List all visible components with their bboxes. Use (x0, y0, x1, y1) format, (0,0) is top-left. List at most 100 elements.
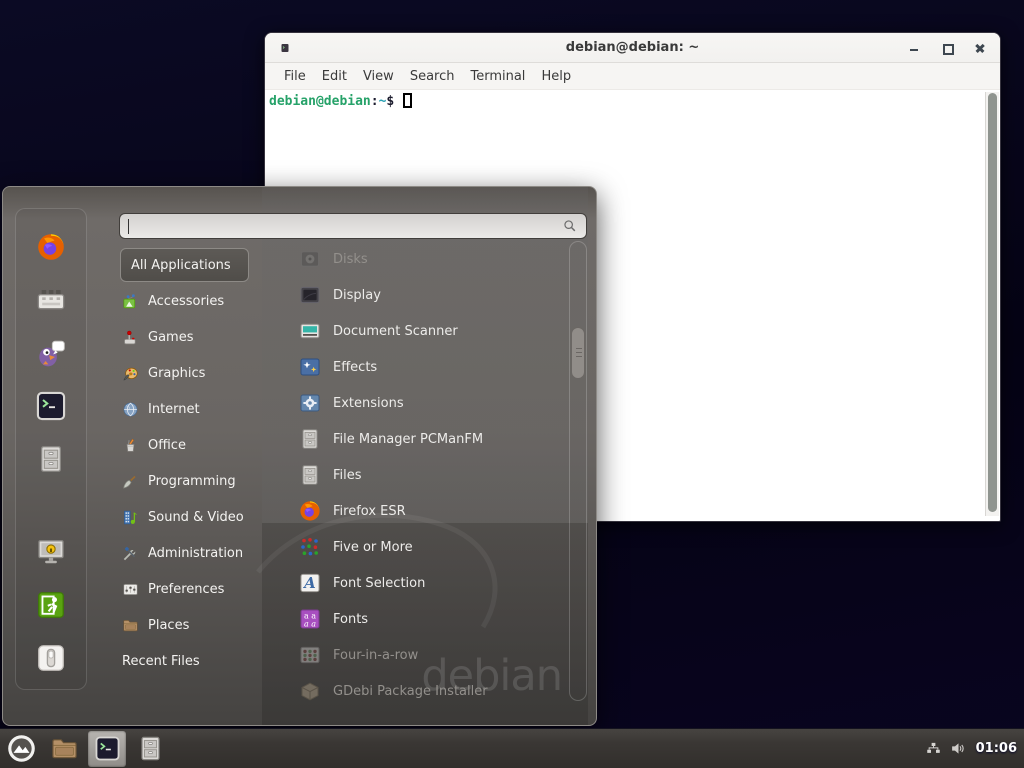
file-cabinet-icon (298, 463, 322, 487)
app-fonts[interactable]: Fonts (264, 601, 566, 637)
app-firefox-esr[interactable]: Firefox ESR (264, 493, 566, 529)
logout-icon (35, 589, 67, 621)
app-files[interactable]: Files (264, 457, 566, 493)
category-recent-files[interactable]: Recent Files (117, 643, 265, 679)
category-office[interactable]: Office (117, 427, 265, 463)
app-five-or-more[interactable]: Five or More (264, 529, 566, 565)
taskbar-button-file-cabinet-icon[interactable] (131, 731, 169, 767)
category-places[interactable]: Places (117, 607, 265, 643)
document-scanner-icon (298, 319, 322, 343)
category-games[interactable]: Games (117, 319, 265, 355)
category-sound-video[interactable]: Sound & Video (117, 499, 265, 535)
terminal-window-icon (279, 42, 291, 54)
disks-icon (298, 247, 322, 271)
accessories-icon (122, 293, 139, 310)
favorites-panel (15, 208, 87, 690)
display-icon (298, 283, 322, 307)
office-icon (122, 437, 139, 454)
folder-icon (122, 617, 139, 634)
control-panel-icon (35, 284, 67, 316)
close-icon[interactable] (974, 42, 986, 54)
programming-icon (122, 473, 139, 490)
terminal-cursor (403, 93, 412, 108)
terminal-title: debian@debian: ~ (265, 40, 1000, 55)
favorite-shutdown-icon[interactable] (33, 642, 69, 674)
file-cabinet-icon (35, 443, 67, 475)
sound-video-icon (122, 509, 139, 526)
terminal-menu-help[interactable]: Help (533, 66, 579, 87)
effects-icon (298, 355, 322, 379)
app-list-scrollbar-thumb[interactable] (571, 327, 585, 379)
application-menu: debian All Applications Accessories (2, 186, 597, 726)
terminal-scrollbar[interactable] (985, 92, 999, 516)
prompt-user-host: debian@debian (269, 94, 371, 109)
terminal-menu-terminal[interactable]: Terminal (462, 66, 533, 87)
taskbar-button-folder-icon[interactable] (45, 731, 83, 767)
search-icon (562, 218, 578, 234)
maximize-icon[interactable] (941, 42, 953, 54)
lock-screen-icon (35, 536, 67, 568)
start-menu-icon (7, 734, 36, 763)
app-extensions[interactable]: Extensions (264, 385, 566, 421)
category-graphics[interactable]: Graphics (117, 355, 265, 391)
games-icon (122, 329, 139, 346)
volume-icon[interactable] (950, 740, 967, 757)
folder-icon (50, 734, 79, 763)
clock[interactable]: 01:06 (976, 741, 1017, 756)
favorite-logout-icon[interactable] (33, 589, 69, 621)
app-four-in-a-row[interactable]: Four-in-a-row (264, 637, 566, 673)
taskbar-window-buttons (0, 731, 169, 767)
network-icon[interactable] (926, 741, 941, 756)
terminal-icon (35, 390, 67, 422)
prompt-dollar: $ (386, 94, 394, 109)
app-effects[interactable]: Effects (264, 349, 566, 385)
terminal-menu-search[interactable]: Search (402, 66, 463, 87)
category-preferences[interactable]: Preferences (117, 571, 265, 607)
terminal-menu-file[interactable]: File (276, 66, 314, 87)
category-all-applications[interactable]: All Applications (120, 248, 249, 282)
favorite-lock-screen-icon[interactable] (33, 536, 69, 568)
prompt-colon: : (371, 94, 379, 109)
pidgin-icon (35, 337, 67, 369)
app-font-selection[interactable]: Font Selection (264, 565, 566, 601)
file-cabinet-icon (136, 734, 165, 763)
terminal-icon (94, 735, 121, 762)
taskbar-button-start-menu-icon[interactable] (2, 731, 40, 767)
administration-icon (122, 545, 139, 562)
favorite-terminal-icon[interactable] (33, 390, 69, 422)
category-administration[interactable]: Administration (117, 535, 265, 571)
app-gdebi-package-installer[interactable]: GDebi Package Installer (264, 673, 566, 701)
application-list: Disks Display Document Scanner Effects E… (264, 241, 566, 701)
search-box[interactable] (119, 213, 587, 239)
firefox-icon (35, 231, 67, 263)
preferences-icon (122, 581, 139, 598)
fonts-icon (298, 607, 322, 631)
app-disks[interactable]: Disks (264, 241, 566, 277)
internet-icon (122, 401, 139, 418)
taskbar-button-terminal-icon[interactable] (88, 731, 126, 767)
search-input[interactable] (128, 219, 562, 234)
app-display[interactable]: Display (264, 277, 566, 313)
category-internet[interactable]: Internet (117, 391, 265, 427)
terminal-prompt: debian@debian:~$ (269, 93, 412, 109)
favorite-pidgin-icon[interactable] (33, 337, 69, 369)
terminal-titlebar[interactable]: debian@debian: ~ (265, 33, 1000, 63)
file-cabinet-icon (298, 427, 322, 451)
category-accessories[interactable]: Accessories (117, 283, 265, 319)
favorite-control-panel-icon[interactable] (33, 284, 69, 316)
gdebi-icon (298, 679, 322, 701)
terminal-scrollbar-thumb[interactable] (988, 93, 997, 512)
terminal-menu-view[interactable]: View (355, 66, 402, 87)
app-document-scanner[interactable]: Document Scanner (264, 313, 566, 349)
favorite-firefox-icon[interactable] (33, 231, 69, 263)
category-list: All Applications Accessories Games Graph… (117, 247, 265, 679)
minimize-icon[interactable] (908, 42, 920, 54)
font-selection-icon (298, 571, 322, 595)
graphics-icon (122, 365, 139, 382)
shutdown-icon (35, 642, 67, 674)
app-file-manager-pcmanfm[interactable]: File Manager PCManFM (264, 421, 566, 457)
terminal-menu-edit[interactable]: Edit (314, 66, 355, 87)
favorite-file-cabinet-icon[interactable] (33, 443, 69, 475)
category-programming[interactable]: Programming (117, 463, 265, 499)
app-list-scrollbar[interactable] (569, 241, 587, 701)
